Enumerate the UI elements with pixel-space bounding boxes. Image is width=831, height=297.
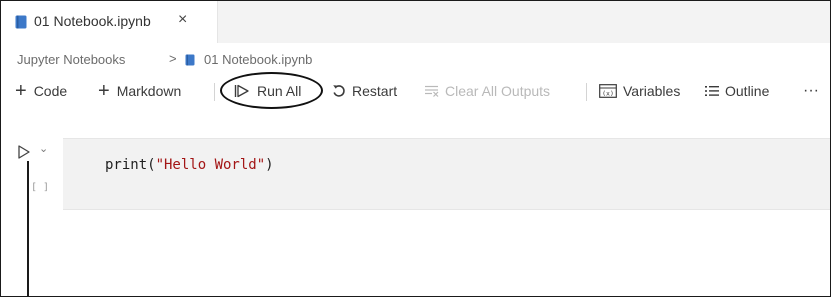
breadcrumb-folder[interactable]: Jupyter Notebooks <box>17 52 125 67</box>
notebook-icon <box>185 54 195 66</box>
clear-outputs-icon <box>425 85 439 97</box>
notebook-icon <box>15 15 27 29</box>
add-markdown-cell-button[interactable]: + Markdown <box>98 76 181 106</box>
run-all-button[interactable]: Run All <box>234 76 301 106</box>
variables-icon: (x) <box>599 84 617 98</box>
add-markdown-label: Markdown <box>116 83 182 99</box>
plus-icon: + <box>98 80 110 102</box>
code-suffix: ) <box>265 157 274 173</box>
variables-button[interactable]: (x) Variables <box>599 76 680 106</box>
more-actions-button[interactable]: ··· <box>803 76 819 106</box>
svg-text:(x): (x) <box>602 90 614 98</box>
vscode-notebook-window: 01 Notebook.ipynb × Jupyter Notebooks > … <box>0 0 831 297</box>
notebook-toolbar: + Code + Markdown Run All Restart Clear … <box>1 76 830 106</box>
add-code-cell-button[interactable]: + Code <box>15 76 67 106</box>
more-icon: ··· <box>803 82 819 99</box>
execution-count: [ ] <box>31 182 50 193</box>
code-string: "Hello World" <box>155 157 266 173</box>
add-code-label: Code <box>33 83 68 99</box>
cell-focus-indicator <box>27 161 29 296</box>
clear-all-outputs-label: Clear All Outputs <box>445 83 551 99</box>
run-all-icon <box>234 84 249 98</box>
run-cell-icon[interactable] <box>17 144 31 160</box>
tab-label: 01 Notebook.ipynb <box>34 13 151 29</box>
plus-icon: + <box>15 80 27 102</box>
code-function: print( <box>105 157 156 173</box>
toolbar-divider <box>586 83 587 101</box>
clear-all-outputs-button[interactable]: Clear All Outputs <box>425 76 550 106</box>
close-icon[interactable]: × <box>178 11 187 29</box>
code-line: print("Hello World") <box>105 157 274 173</box>
restart-button[interactable]: Restart <box>332 76 397 106</box>
code-cell-editor[interactable]: print("Hello World") <box>63 138 830 210</box>
restart-icon <box>333 85 345 97</box>
breadcrumb-file[interactable]: 01 Notebook.ipynb <box>204 52 312 67</box>
variables-label: Variables <box>623 83 681 99</box>
chevron-down-icon[interactable]: ⌄ <box>39 142 48 155</box>
outline-icon <box>705 86 719 96</box>
breadcrumb-separator: > <box>169 51 177 66</box>
outline-label: Outline <box>725 83 770 99</box>
tab-bar: 01 Notebook.ipynb × <box>1 1 830 43</box>
tab-01-notebook[interactable]: 01 Notebook.ipynb × <box>1 1 218 43</box>
run-all-label: Run All <box>257 83 302 99</box>
restart-label: Restart <box>352 83 398 99</box>
toolbar-divider <box>214 83 215 101</box>
outline-button[interactable]: Outline <box>705 76 769 106</box>
